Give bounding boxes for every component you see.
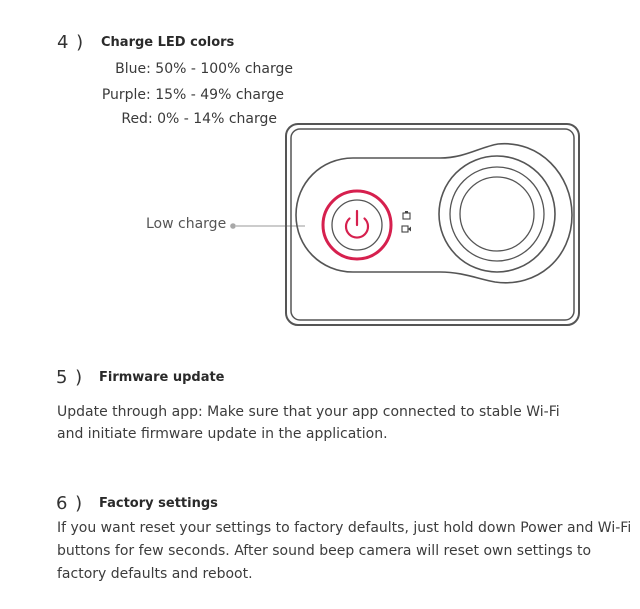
camera-illustration <box>230 123 580 326</box>
camera-mode-icon <box>402 211 411 220</box>
section-4-title: Charge LED colors <box>101 35 235 50</box>
camera-body <box>285 123 580 326</box>
section-6-line-1: If you want reset your settings to facto… <box>57 520 632 536</box>
lens-icon <box>438 155 556 273</box>
video-mode-icon <box>401 225 411 233</box>
low-charge-label: Low charge <box>146 216 227 232</box>
led-line-blue: Blue: 50% - 100% charge <box>115 61 293 77</box>
section-5-line-1: Update through app: Make sure that your … <box>57 404 560 420</box>
callout-dot <box>230 223 236 229</box>
section-5-number: 5 ) <box>56 367 84 388</box>
section-5-title: Firmware update <box>99 370 225 385</box>
section-6-line-2: buttons for few seconds. After sound bee… <box>57 543 592 559</box>
led-line-purple: Purple: 15% - 49% charge <box>101 87 284 103</box>
section-5-line-2: and initiate firmware update in the appl… <box>57 426 388 442</box>
section-6-number: 6 ) <box>56 493 84 514</box>
section-6-title: Factory settings <box>99 496 218 511</box>
section-6-line-3: factory defaults and reboot. <box>57 566 253 582</box>
section-4-number: 4 ) <box>57 32 85 53</box>
